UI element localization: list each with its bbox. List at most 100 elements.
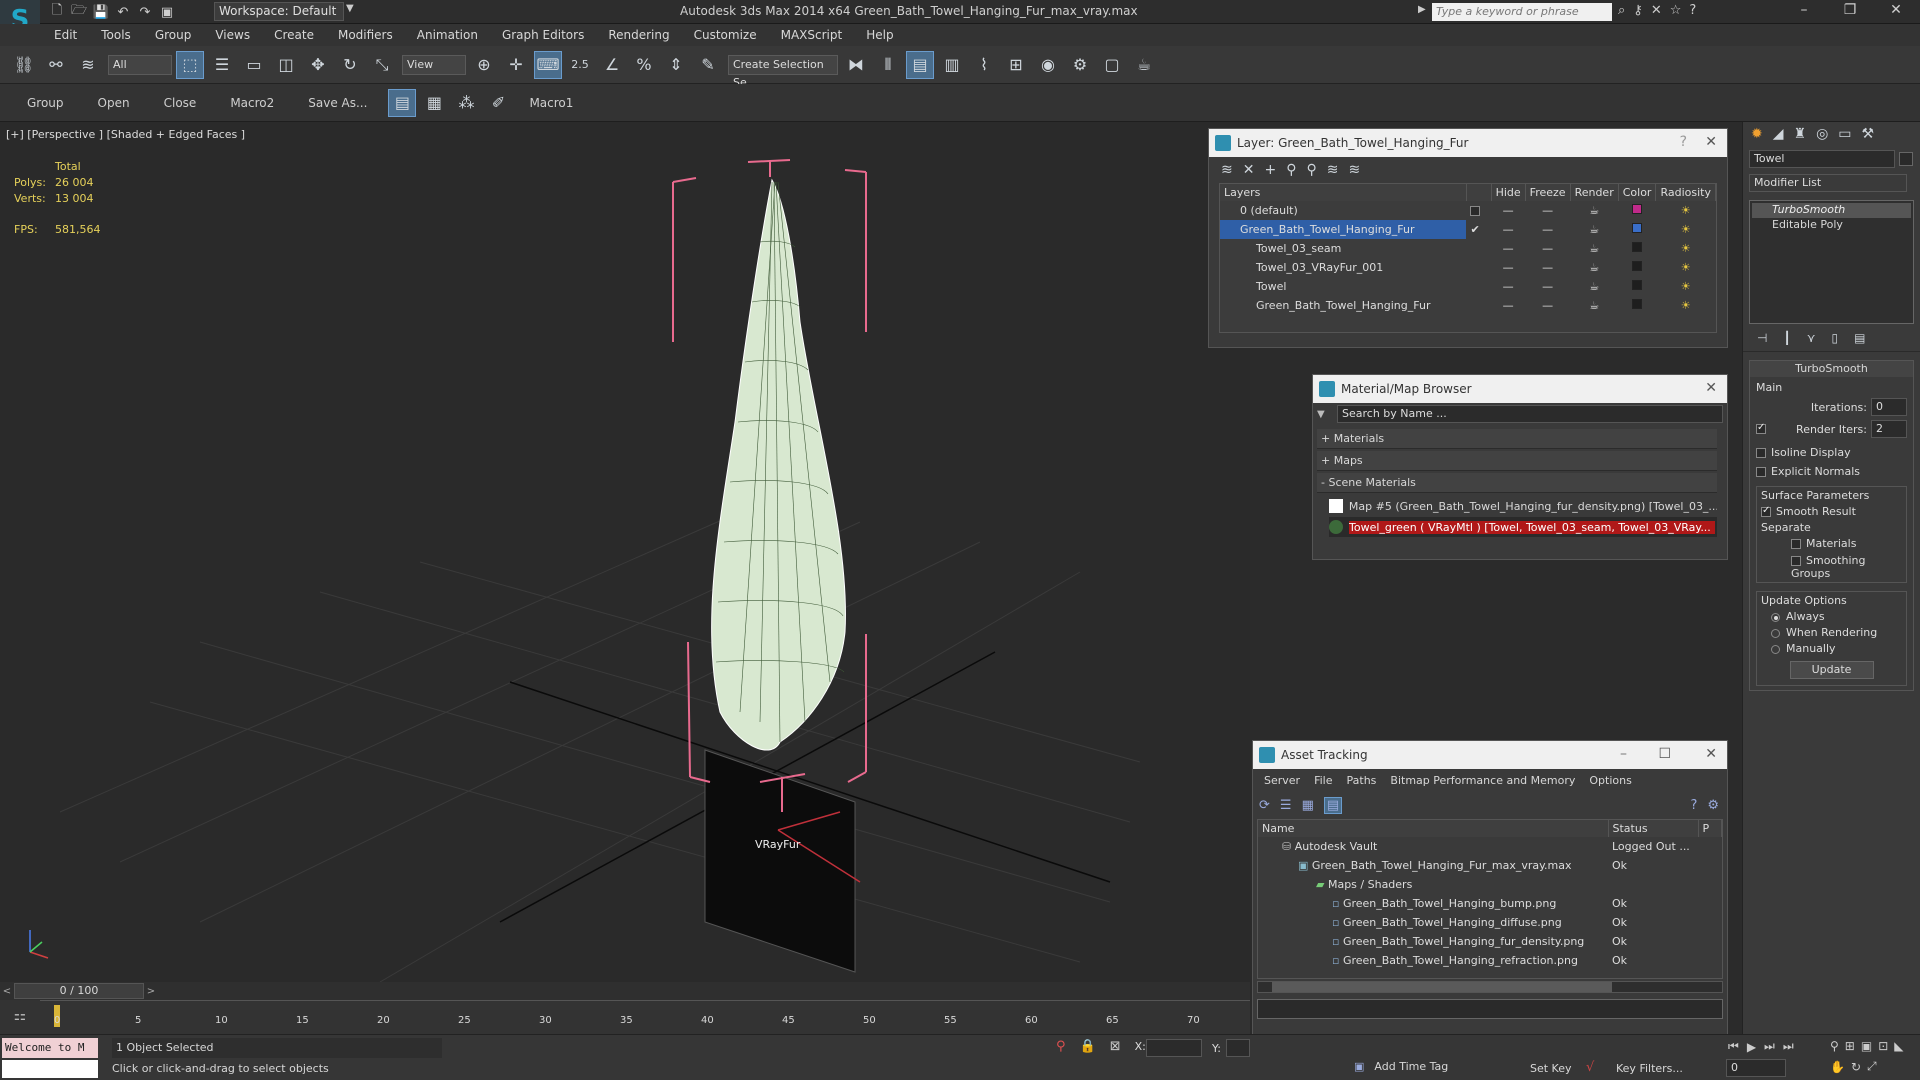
search-by-name-input[interactable]: Search by Name ... bbox=[1337, 405, 1723, 423]
asset-row[interactable]: ▫ Green_Bath_Towel_Hanging_diffuse.png O… bbox=[1258, 913, 1722, 932]
smooth-result-checkbox[interactable] bbox=[1761, 505, 1771, 517]
named-selection-set-dropdown[interactable]: Create Selection Se bbox=[728, 54, 838, 89]
track-bar[interactable]: ⚏ 0 5 10 15 20 25 30 35 40 45 50 55 60 6… bbox=[0, 1000, 1250, 1032]
minimize-icon[interactable]: – bbox=[1620, 746, 1627, 762]
list-view-icon[interactable]: ☰ bbox=[1280, 798, 1292, 813]
asset-row[interactable]: ⛁ Autodesk Vault Logged Out ... bbox=[1258, 837, 1722, 856]
always-radio[interactable] bbox=[1771, 612, 1780, 622]
refresh-icon[interactable]: ⟳ bbox=[1259, 798, 1270, 813]
help-icon[interactable]: ? bbox=[1680, 134, 1687, 150]
menu-edit[interactable]: Edit bbox=[42, 24, 89, 46]
pan-icon[interactable]: ✋ bbox=[1830, 1060, 1845, 1074]
layer-object-name[interactable]: Green_Bath_Towel_Hanging_Fur bbox=[1220, 296, 1466, 315]
when-rendering-option[interactable]: When Rendering bbox=[1761, 626, 1902, 639]
scene-materials-group[interactable]: - Scene Materials bbox=[1317, 473, 1717, 493]
render-iters-checkbox[interactable] bbox=[1756, 422, 1766, 434]
select-object-icon[interactable]: ⬚ bbox=[176, 50, 204, 79]
freeze-toggle[interactable]: — bbox=[1525, 201, 1570, 220]
zoom-extents-all-icon[interactable]: ⊡ bbox=[1878, 1039, 1888, 1053]
macro1-button[interactable]: Macro1 bbox=[512, 84, 590, 122]
menu-group[interactable]: Group bbox=[143, 24, 204, 46]
current-layer-checkbox[interactable] bbox=[1466, 201, 1491, 220]
save-as-button[interactable]: Save As... bbox=[291, 84, 384, 122]
menu-modifiers[interactable]: Modifiers bbox=[326, 24, 405, 46]
add-to-layer-icon[interactable]: + bbox=[1264, 162, 1276, 178]
layer-object-name[interactable]: Towel_03_seam bbox=[1220, 239, 1466, 258]
manually-option[interactable]: Manually bbox=[1761, 642, 1902, 655]
y-coordinate-input[interactable] bbox=[1226, 1039, 1250, 1057]
material-browser-titlebar[interactable]: Material/Map Browser ✕ bbox=[1313, 375, 1727, 403]
render-teapot-icon[interactable]: ☕ bbox=[1570, 296, 1618, 315]
frame-counter[interactable]: 0 / 100 bbox=[14, 983, 144, 999]
object-color-swatch[interactable] bbox=[1899, 152, 1913, 166]
highlight-layer-icon[interactable]: ⚲ bbox=[1306, 162, 1316, 178]
layer-row[interactable]: Towel — — ☕ ☀ bbox=[1220, 277, 1716, 296]
when-rendering-radio[interactable] bbox=[1771, 628, 1780, 638]
render-production-icon[interactable]: ☕ bbox=[1130, 51, 1158, 79]
zoom-icon[interactable]: ⚲ bbox=[1830, 1039, 1839, 1053]
color-swatch[interactable] bbox=[1618, 239, 1656, 258]
col-status[interactable]: Status bbox=[1608, 820, 1699, 837]
material-editor-icon[interactable]: ◉ bbox=[1034, 51, 1062, 79]
smoothing-groups-checkbox[interactable] bbox=[1791, 556, 1801, 566]
new-file-icon[interactable]: 🗋 bbox=[46, 2, 68, 22]
asset-row[interactable]: ▫ Green_Bath_Towel_Hanging_fur_density.p… bbox=[1258, 932, 1722, 951]
absolute-mode-icon[interactable]: ⊠ bbox=[1110, 1039, 1121, 1054]
time-tag-icon[interactable]: ▣ bbox=[1354, 1060, 1364, 1073]
menu-create[interactable]: Create bbox=[262, 24, 326, 46]
towel-mesh[interactable] bbox=[711, 178, 846, 751]
hide-toggle[interactable]: — bbox=[1491, 201, 1525, 220]
menu-server[interactable]: Server bbox=[1257, 774, 1307, 787]
motion-tab-icon[interactable]: ◎ bbox=[1816, 126, 1828, 142]
layer-object-name[interactable]: Towel_03_VRayFur_001 bbox=[1220, 258, 1466, 277]
configure-modifier-sets-icon[interactable]: ▤ bbox=[1854, 331, 1865, 345]
menu-bitmap-performance[interactable]: Bitmap Performance and Memory bbox=[1383, 774, 1582, 787]
layer-row[interactable]: Green_Bath_Towel_Hanging_Fur ✔ — — ☕ ☀ bbox=[1220, 220, 1716, 239]
track-bar-menu-icon[interactable]: ⚏ bbox=[0, 1008, 40, 1024]
search-expand-icon[interactable]: ▶ bbox=[1418, 4, 1426, 15]
redo-icon[interactable]: ↷ bbox=[134, 2, 156, 22]
update-button[interactable]: Update bbox=[1789, 661, 1874, 679]
keyboard-shortcut-override-icon[interactable]: ⌨ bbox=[534, 50, 562, 79]
modifier-list-dropdown[interactable]: Modifier List bbox=[1749, 174, 1907, 192]
isolate-icon[interactable]: ⚲ bbox=[1056, 1039, 1066, 1054]
asset-row[interactable]: ▫ Green_Bath_Towel_Hanging_refraction.pn… bbox=[1258, 951, 1722, 970]
key-mode-icon[interactable]: √ bbox=[1586, 1060, 1594, 1075]
spinner-snap-icon[interactable]: ⇕ bbox=[662, 51, 690, 79]
search-options-icon[interactable]: ▼ bbox=[1317, 409, 1337, 420]
layer-row[interactable]: 0 (default) — — ☕ ☀ bbox=[1220, 201, 1716, 220]
render-teapot-icon[interactable]: ☕ bbox=[1570, 239, 1618, 258]
menu-animation[interactable]: Animation bbox=[405, 24, 490, 46]
thumbnail-view-icon[interactable]: ▦ bbox=[1302, 798, 1314, 813]
zoom-all-icon[interactable]: ⊞ bbox=[1845, 1039, 1855, 1053]
restore-button[interactable]: ❐ bbox=[1830, 2, 1870, 22]
maxscript-mini-input[interactable] bbox=[2, 1060, 98, 1078]
maximize-viewport-icon[interactable]: ⤢ bbox=[1867, 1059, 1877, 1074]
field-of-view-icon[interactable]: ◣ bbox=[1894, 1039, 1903, 1053]
menu-tools[interactable]: Tools bbox=[89, 24, 143, 46]
display-tab-icon[interactable]: ▭ bbox=[1838, 126, 1851, 142]
save-file-icon[interactable]: 💾 bbox=[90, 2, 112, 22]
color-swatch[interactable] bbox=[1618, 201, 1656, 220]
percent-snap-icon[interactable]: % bbox=[630, 51, 658, 79]
radiosity-icon[interactable]: ☀ bbox=[1656, 201, 1716, 220]
open-file-icon[interactable]: 🗁 bbox=[68, 2, 90, 22]
rectangular-selection-icon[interactable]: ▭ bbox=[240, 51, 268, 79]
hide-toggle[interactable]: — bbox=[1491, 296, 1525, 315]
layer-object-name[interactable]: Towel bbox=[1220, 277, 1466, 296]
menu-customize[interactable]: Customize bbox=[682, 24, 769, 46]
group-button[interactable]: Group bbox=[10, 84, 81, 122]
object-name-input[interactable]: Towel bbox=[1749, 150, 1895, 168]
materials-checkbox[interactable] bbox=[1791, 539, 1801, 549]
show-end-result-icon[interactable]: ┃ bbox=[1783, 331, 1790, 345]
isoline-option[interactable]: Isoline Display bbox=[1756, 446, 1907, 459]
angle-snap-icon[interactable]: ∠ bbox=[598, 51, 626, 79]
snaps-toggle-icon[interactable]: 2.5 bbox=[566, 51, 594, 79]
menu-rendering[interactable]: Rendering bbox=[596, 24, 681, 46]
color-swatch[interactable] bbox=[1618, 296, 1656, 315]
explicit-normals-checkbox[interactable] bbox=[1756, 467, 1766, 477]
menu-help[interactable]: Help bbox=[854, 24, 905, 46]
current-layer-check-icon[interactable]: ✔ bbox=[1466, 220, 1491, 239]
menu-maxscript[interactable]: MAXScript bbox=[769, 24, 855, 46]
scene-explorer-icon[interactable]: ▦ bbox=[420, 89, 448, 117]
